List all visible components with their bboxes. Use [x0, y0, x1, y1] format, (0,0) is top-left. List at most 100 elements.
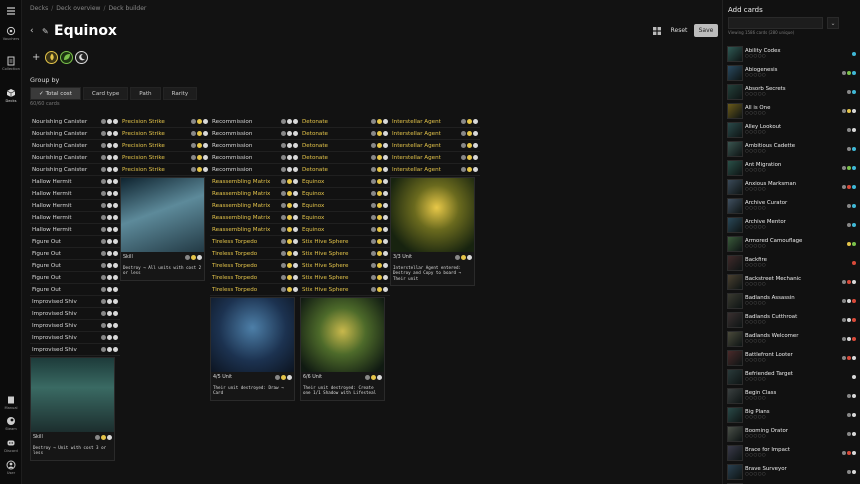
available-card-item[interactable]: Archive Curator○○○○○ [727, 196, 860, 215]
deck-card-row[interactable]: Figure Out [30, 236, 120, 248]
card-preview[interactable]: SkillDestroy → All units with cost 2 or … [120, 177, 205, 281]
moon-path-icon[interactable] [75, 51, 88, 64]
available-card-item[interactable]: Ambitious Cadette○○○○○ [727, 139, 860, 158]
deck-card-row[interactable]: Improvised Shiv [30, 320, 120, 332]
menu-button[interactable] [0, 6, 22, 16]
deck-card-row[interactable]: Recommission [210, 116, 300, 128]
available-card-item[interactable]: Ant Migration○○○○○ [727, 158, 860, 177]
available-card-item[interactable]: Brave Surveyor○○○○○ [727, 462, 860, 481]
deck-card-row[interactable]: Figure Out [30, 284, 120, 296]
breadcrumb-deck-overview[interactable]: Deck overview [56, 5, 100, 12]
deck-card-row[interactable]: Figure Out [30, 260, 120, 272]
deck-card-row[interactable]: Nourishing Canister [30, 128, 120, 140]
deck-card-row[interactable]: Improvised Shiv [30, 332, 120, 344]
available-card-item[interactable]: Alley Lookout○○○○○ [727, 120, 860, 139]
deck-card-row[interactable]: Improvised Shiv [30, 296, 120, 308]
available-card-item[interactable]: Badlands Cutthroat○○○○○ [727, 310, 860, 329]
deck-card-row[interactable]: Reassembling Matrix [210, 200, 300, 212]
available-card-item[interactable]: Abiogenesis○○○○○ [727, 63, 860, 82]
available-card-item[interactable]: Backstreet Mechanic○○○○○ [727, 272, 860, 291]
deck-card-row[interactable]: Tireless Torpedo [210, 260, 300, 272]
breadcrumb-decks[interactable]: Decks [30, 5, 48, 12]
group-by-rarity[interactable]: Rarity [163, 87, 198, 100]
deck-card-row[interactable]: Detonate [300, 116, 390, 128]
edit-pencil-icon[interactable]: ✎ [42, 27, 54, 36]
grid-view-icon[interactable] [653, 27, 661, 35]
deck-card-row[interactable]: Reassembling Matrix [210, 224, 300, 236]
deck-card-row[interactable]: Interstellar Agent [390, 164, 480, 176]
save-button[interactable]: Save [694, 24, 718, 37]
available-card-item[interactable]: Anxious Marksman○○○○○ [727, 177, 860, 196]
deck-card-row[interactable]: Recommission [210, 152, 300, 164]
deck-card-row[interactable]: Figure Out [30, 248, 120, 260]
available-card-item[interactable]: Big Plans○○○○○ [727, 405, 860, 424]
rail-user[interactable]: User [0, 460, 22, 475]
deck-card-row[interactable]: Tireless Torpedo [210, 272, 300, 284]
deck-card-row[interactable]: Equinox [300, 200, 390, 212]
deck-card-row[interactable]: Detonate [300, 128, 390, 140]
deck-card-row[interactable]: Stix Hive Sphere [300, 272, 390, 284]
available-card-item[interactable]: Badlands Welcomer○○○○○ [727, 329, 860, 348]
deck-card-row[interactable]: Stix Hive Sphere [300, 260, 390, 272]
deck-card-row[interactable]: Precision Strike [120, 116, 210, 128]
deck-card-row[interactable]: Detonate [300, 152, 390, 164]
available-card-item[interactable]: Absorb Secrets○○○○○ [727, 82, 860, 101]
deck-card-row[interactable]: Recommission [210, 128, 300, 140]
rail-steam[interactable]: Steam [0, 416, 22, 431]
card-search-input[interactable] [728, 17, 823, 29]
deck-card-row[interactable]: Reassembling Matrix [210, 176, 300, 188]
deck-card-row[interactable]: Interstellar Agent [390, 140, 480, 152]
available-card-item[interactable]: Armored Camouflage○○○○○ [727, 234, 860, 253]
deck-card-row[interactable]: Hallow Hermit [30, 212, 120, 224]
group-by-card-type[interactable]: Card type [83, 87, 128, 100]
deck-card-row[interactable]: Nourishing Canister [30, 116, 120, 128]
rail-vouchers[interactable]: Vouchers [0, 26, 22, 41]
deck-card-row[interactable]: Interstellar Agent [390, 152, 480, 164]
deck-card-row[interactable]: Hallow Hermit [30, 188, 120, 200]
deck-card-row[interactable]: Tireless Torpedo [210, 284, 300, 296]
deck-card-row[interactable]: Hallow Hermit [30, 176, 120, 188]
deck-card-row[interactable]: Improvised Shiv [30, 308, 120, 320]
available-card-item[interactable]: Befriended Target○○○○○ [727, 367, 860, 386]
deck-card-row[interactable]: Nourishing Canister [30, 140, 120, 152]
deck-card-row[interactable]: Tireless Torpedo [210, 248, 300, 260]
available-card-item[interactable]: All is One○○○○○ [727, 101, 860, 120]
deck-card-row[interactable]: Recommission [210, 164, 300, 176]
deck-card-row[interactable]: Equinox [300, 188, 390, 200]
deck-card-row[interactable]: Stix Hive Sphere [300, 248, 390, 260]
card-preview[interactable]: 3/3 UnitInterstellar Agent entered: Dest… [390, 177, 475, 286]
deck-card-row[interactable]: Nourishing Canister [30, 152, 120, 164]
deck-card-row[interactable]: Hallow Hermit [30, 224, 120, 236]
deck-card-row[interactable]: Improvised Shiv [30, 344, 120, 356]
deck-card-row[interactable]: Nourishing Canister [30, 164, 120, 176]
available-card-item[interactable]: Begin Class○○○○○ [727, 386, 860, 405]
deck-card-row[interactable]: Precision Strike [120, 152, 210, 164]
group-by-path[interactable]: Path [130, 87, 160, 100]
filter-dropdown-button[interactable]: ⌄ [827, 17, 839, 29]
deck-card-row[interactable]: Figure Out [30, 272, 120, 284]
deck-card-row[interactable]: Equinox [300, 212, 390, 224]
group-by-total-cost[interactable]: ✓ Total cost [30, 87, 81, 100]
deck-card-row[interactable]: Precision Strike [120, 164, 210, 176]
available-card-item[interactable]: Battlefront Looter○○○○○ [727, 348, 860, 367]
leaf-path-icon[interactable] [60, 51, 73, 64]
card-preview[interactable]: 6/6 UnitTheir unit destroyed: Create one… [300, 297, 385, 401]
reset-button[interactable]: Reset [667, 24, 691, 37]
deck-card-row[interactable]: Stix Hive Sphere [300, 284, 390, 296]
deck-card-row[interactable]: Stix Hive Sphere [300, 236, 390, 248]
deck-card-row[interactable]: Hallow Hermit [30, 200, 120, 212]
available-card-item[interactable]: Brace for Impact○○○○○ [727, 443, 860, 462]
deck-card-row[interactable]: Precision Strike [120, 140, 210, 152]
back-chevron-icon[interactable]: ‹ [30, 26, 40, 36]
rail-collection[interactable]: Collection [0, 56, 22, 71]
deck-card-row[interactable]: Reassembling Matrix [210, 188, 300, 200]
available-card-item[interactable]: Backfire○○○○○ [727, 253, 860, 272]
add-path-icon[interactable]: + [32, 52, 43, 63]
deck-card-row[interactable]: Interstellar Agent [390, 128, 480, 140]
deck-card-row[interactable]: Detonate [300, 164, 390, 176]
deck-card-row[interactable]: Detonate [300, 140, 390, 152]
sun-path-icon[interactable] [45, 51, 58, 64]
deck-card-row[interactable]: Equinox [300, 224, 390, 236]
deck-card-row[interactable]: Interstellar Agent [390, 116, 480, 128]
available-card-item[interactable]: Booming Orator○○○○○ [727, 424, 860, 443]
